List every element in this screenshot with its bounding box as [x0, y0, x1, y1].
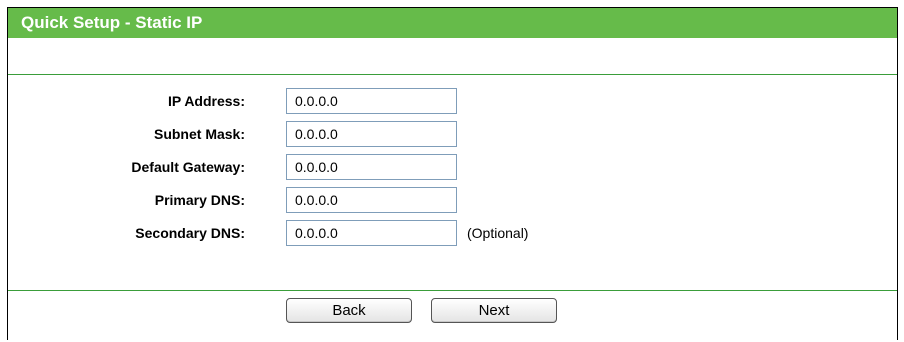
optional-hint: (Optional) — [467, 225, 529, 241]
primary-dns-label: Primary DNS: — [154, 192, 245, 208]
next-button[interactable]: Next — [431, 298, 557, 323]
primary-dns-row: Primary DNS: 0.0.0.0 — [8, 187, 897, 213]
primary-dns-input[interactable]: 0.0.0.0 — [286, 187, 457, 213]
subnet-mask-row: Subnet Mask: 0.0.0.0 — [8, 121, 897, 147]
subnet-mask-input[interactable]: 0.0.0.0 — [286, 121, 457, 147]
secondary-dns-row: Secondary DNS: 0.0.0.0 (Optional) — [8, 220, 897, 246]
secondary-dns-input[interactable]: 0.0.0.0 — [286, 220, 457, 246]
ip-address-input[interactable]: 0.0.0.0 — [286, 88, 457, 114]
default-gateway-input[interactable]: 0.0.0.0 — [286, 154, 457, 180]
bottom-divider — [8, 290, 897, 291]
default-gateway-row: Default Gateway: 0.0.0.0 — [8, 154, 897, 180]
quick-setup-panel: Quick Setup - Static IP IP Address: 0.0.… — [7, 7, 898, 340]
back-button[interactable]: Back — [286, 298, 412, 323]
ip-address-label: IP Address: — [167, 93, 245, 109]
top-divider — [8, 74, 897, 75]
page-title: Quick Setup - Static IP — [8, 8, 897, 38]
default-gateway-label: Default Gateway: — [131, 159, 245, 175]
secondary-dns-label: Secondary DNS: — [135, 225, 245, 241]
subnet-mask-label: Subnet Mask: — [153, 126, 245, 142]
ip-address-row: IP Address: 0.0.0.0 — [8, 88, 897, 114]
